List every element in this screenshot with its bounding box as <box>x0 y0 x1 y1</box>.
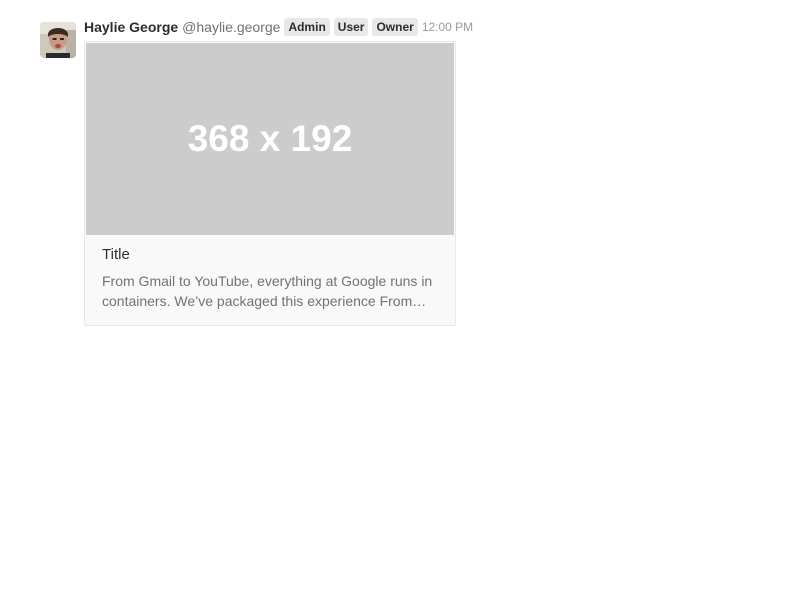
author-handle[interactable]: @haylie.george <box>182 18 280 36</box>
link-preview-image[interactable]: 368 x 192 <box>86 43 454 235</box>
link-preview-description: From Gmail to YouTube, everything at Goo… <box>102 273 433 309</box>
badge-user: User <box>333 18 369 36</box>
link-preview-card[interactable]: 368 x 192 Title From Gmail to YouTube, e… <box>84 41 456 326</box>
message-timestamp[interactable]: 12:00 PM <box>422 18 473 36</box>
message: Haylie George @haylie.george Admin User … <box>40 18 473 326</box>
link-preview-body: Title From Gmail to YouTube, everything … <box>85 235 455 325</box>
link-preview-title[interactable]: Title <box>102 245 439 265</box>
message-content: Haylie George @haylie.george Admin User … <box>84 18 473 326</box>
message-header: Haylie George @haylie.george Admin User … <box>84 18 473 36</box>
badge-owner: Owner <box>372 18 418 36</box>
avatar[interactable] <box>40 22 76 58</box>
badge-admin: Admin <box>284 18 330 36</box>
preview-placeholder-text: 368 x 192 <box>187 118 353 159</box>
author-name[interactable]: Haylie George <box>84 18 178 36</box>
user-avatar-icon <box>40 22 76 58</box>
